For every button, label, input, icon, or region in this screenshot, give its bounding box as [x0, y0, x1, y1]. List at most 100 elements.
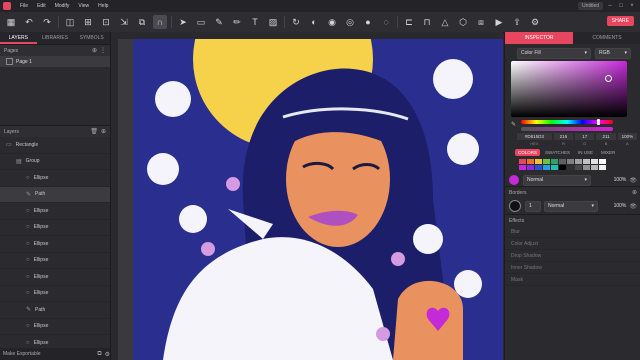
add-page-icon[interactable]: ⊕: [92, 47, 97, 54]
page-item[interactable]: Page 1: [0, 56, 110, 67]
color-swatch[interactable]: [583, 165, 590, 170]
make-exportable-button[interactable]: Make Exportable: [3, 351, 41, 357]
color-swatch[interactable]: [567, 159, 574, 164]
align-left-icon[interactable]: ⊏: [402, 15, 416, 29]
intersect-icon[interactable]: ●: [361, 15, 375, 29]
tab-layers[interactable]: LAYERS: [0, 32, 37, 44]
rotate-icon[interactable]: ↻: [289, 15, 303, 29]
color-swatch[interactable]: [535, 165, 542, 170]
effect-row[interactable]: Mask: [505, 274, 640, 286]
alpha-input[interactable]: 100%: [617, 133, 638, 140]
color-swatch[interactable]: [551, 165, 558, 170]
color-swatch[interactable]: [591, 159, 598, 164]
tab-swatches[interactable]: SWATCHES: [542, 149, 573, 156]
tab-inspector[interactable]: INSPECTOR: [505, 32, 573, 44]
boolean-icon[interactable]: ◫: [63, 15, 77, 29]
border-color-swatch[interactable]: [509, 200, 521, 212]
tab-comments[interactable]: COMMENTS: [573, 32, 640, 44]
layer-row[interactable]: ✎ Path: [0, 186, 110, 203]
vector-tool-icon[interactable]: ✎: [212, 15, 226, 29]
eye-icon[interactable]: 👁: [629, 177, 637, 184]
subtract-icon[interactable]: ◎: [343, 15, 357, 29]
document-title[interactable]: Untitled: [578, 2, 603, 10]
tab-libraries[interactable]: LIBRARIES: [37, 32, 74, 44]
border-blend-dropdown[interactable]: Normal ▾: [544, 200, 598, 212]
color-picker-area[interactable]: [511, 61, 627, 117]
minimize-icon[interactable]: –: [607, 3, 613, 9]
layer-row[interactable]: ▭ Rectangle: [0, 137, 110, 154]
menu-view[interactable]: View: [78, 3, 89, 9]
tab-colors[interactable]: COLORS: [515, 149, 541, 156]
layer-row[interactable]: ○ Ellipse: [0, 203, 110, 220]
frame-icon[interactable]: ⊡: [99, 15, 113, 29]
color-swatch[interactable]: [551, 159, 558, 164]
cube-icon[interactable]: ⬡: [456, 15, 470, 29]
canvas[interactable]: [111, 32, 503, 360]
layer-row[interactable]: ○ Ellipse: [0, 269, 110, 286]
fill-opacity[interactable]: 100%: [614, 177, 627, 183]
color-swatch[interactable]: [527, 159, 534, 164]
gear-icon[interactable]: ⚙: [105, 351, 110, 358]
menu-file[interactable]: File: [20, 3, 28, 9]
tab-in-use[interactable]: IN USE: [575, 149, 596, 156]
tab-mixer[interactable]: MIXER: [598, 149, 618, 156]
green-input[interactable]: 17: [575, 133, 595, 140]
effect-row[interactable]: Blur: [505, 226, 640, 238]
union-icon[interactable]: ◉: [325, 15, 339, 29]
effect-row[interactable]: Color Adjust: [505, 238, 640, 250]
menu-modify[interactable]: Modify: [55, 3, 70, 9]
horizontal-ruler[interactable]: [111, 32, 503, 39]
effect-row[interactable]: Inner Shadow: [505, 262, 640, 274]
layer-row[interactable]: ○ Ellipse: [0, 170, 110, 187]
blue-input[interactable]: 211: [596, 133, 616, 140]
fill-color-swatch[interactable]: [509, 175, 519, 185]
flip-icon[interactable]: ◐: [307, 15, 321, 29]
color-swatch[interactable]: [599, 159, 606, 164]
preview-icon[interactable]: ▶: [492, 15, 506, 29]
pencil-tool-icon[interactable]: ✏: [230, 15, 244, 29]
select-tool-icon[interactable]: ➤: [176, 15, 190, 29]
color-swatch[interactable]: [575, 159, 582, 164]
color-picker-handle[interactable]: [605, 75, 612, 82]
eyedropper-icon[interactable]: ✎: [511, 121, 516, 128]
color-swatch[interactable]: [559, 165, 566, 170]
illustration-artwork[interactable]: [133, 39, 503, 360]
triangle-icon[interactable]: △: [438, 15, 452, 29]
arrange-icon[interactable]: ⧈: [474, 15, 488, 29]
menu-help[interactable]: Help: [98, 3, 108, 9]
group-icon[interactable]: ⧉: [135, 15, 149, 29]
image-tool-icon[interactable]: ▨: [266, 15, 280, 29]
trash-icon[interactable]: 🗑: [90, 128, 98, 135]
color-swatch[interactable]: [535, 159, 542, 164]
text-tool-icon[interactable]: T: [248, 15, 262, 29]
layer-row[interactable]: ○ Ellipse: [0, 286, 110, 302]
settings-icon[interactable]: ⚙: [528, 15, 542, 29]
vertical-ruler[interactable]: [111, 32, 118, 360]
difference-icon[interactable]: ◌: [379, 15, 393, 29]
color-swatch[interactable]: [559, 159, 566, 164]
alpha-slider[interactable]: [521, 127, 613, 131]
redo-icon[interactable]: ↷: [40, 15, 54, 29]
magnet-icon[interactable]: ∩: [153, 15, 167, 29]
share-button[interactable]: SHARE: [606, 16, 634, 26]
effect-row[interactable]: Drop Shadow: [505, 250, 640, 262]
color-swatch[interactable]: [591, 165, 598, 170]
color-swatch[interactable]: [599, 165, 606, 170]
page-options-icon[interactable]: ⋮: [100, 47, 106, 54]
eye-icon[interactable]: 👁: [629, 203, 637, 210]
shape-tool-icon[interactable]: ▭: [194, 15, 208, 29]
color-swatch[interactable]: [567, 165, 574, 170]
border-opacity[interactable]: 100%: [614, 203, 627, 209]
fill-blend-dropdown[interactable]: Normal ▾: [523, 174, 591, 186]
color-model-dropdown[interactable]: RGB ▾: [595, 47, 631, 59]
layers-toggle-icon[interactable]: ▦: [4, 15, 18, 29]
color-swatch[interactable]: [519, 165, 526, 170]
export-settings-icon[interactable]: ⧉: [97, 351, 101, 358]
tab-symbols[interactable]: SYMBOLS: [73, 32, 110, 44]
hex-input[interactable]: #D815D3: [517, 133, 552, 140]
layer-row[interactable]: ○ Ellipse: [0, 253, 110, 269]
layer-row[interactable]: ○ Ellipse: [0, 220, 110, 236]
layer-row[interactable]: ▤ Group: [0, 154, 110, 170]
maximize-icon[interactable]: □: [618, 3, 624, 9]
layer-row[interactable]: ○ Ellipse: [0, 236, 110, 253]
